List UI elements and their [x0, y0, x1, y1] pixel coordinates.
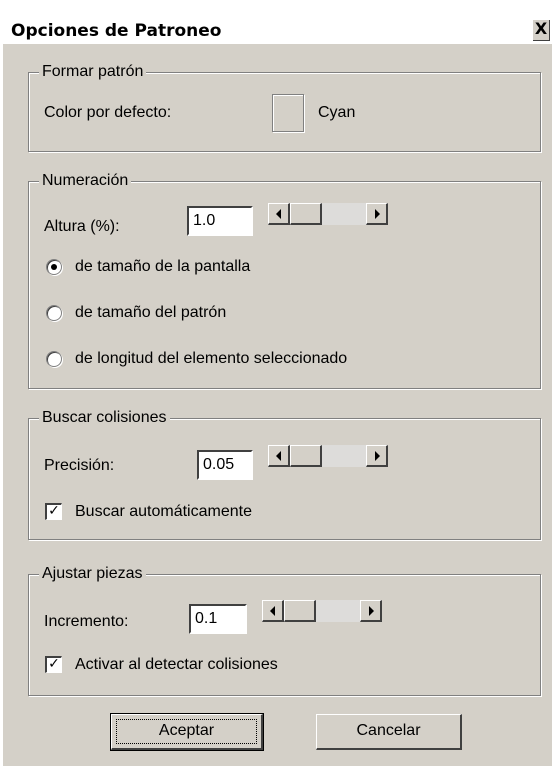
ok-button[interactable]: Aceptar	[110, 713, 264, 751]
activate-on-collision-label[interactable]: Activar al detectar colisiones	[75, 655, 278, 675]
height-scroll-left-button[interactable]	[268, 203, 290, 225]
radio-screen-size[interactable]	[46, 259, 62, 275]
increment-input[interactable]: 0.1	[189, 604, 247, 634]
checkmark-icon: ✓	[48, 656, 60, 672]
default-color-label: Color por defecto:	[44, 104, 172, 121]
window-title: Opciones de Patroneo	[11, 21, 222, 41]
arrow-left-icon	[276, 451, 281, 461]
close-button[interactable]: X	[532, 19, 550, 41]
adjust-pieces-group: Ajustar piezas Incremento: 0.1 ✓ Activar…	[28, 564, 541, 696]
radio-element-length-label[interactable]: de longitud del elemento seleccionado	[75, 349, 347, 369]
height-scroll-thumb[interactable]	[290, 203, 322, 225]
collisions-group: Buscar colisiones Precisión: 0.05 ✓ Busc…	[28, 408, 541, 540]
precision-label: Precisión:	[44, 457, 115, 474]
format-pattern-group: Formar patrón Color por defecto: Cyan	[28, 62, 541, 152]
format-pattern-legend: Formar patrón	[39, 62, 147, 82]
height-scroll-right-button[interactable]	[366, 203, 388, 225]
increment-scroll-right-button[interactable]	[360, 600, 382, 622]
radio-pattern-size[interactable]	[46, 305, 62, 321]
collisions-legend: Buscar colisiones	[39, 408, 170, 428]
precision-scroll-left-button[interactable]	[268, 445, 290, 467]
radio-pattern-size-label[interactable]: de tamaño del patrón	[75, 303, 226, 323]
increment-scroll-thumb[interactable]	[284, 600, 316, 622]
precision-input[interactable]: 0.05	[197, 450, 253, 480]
auto-search-label[interactable]: Buscar automáticamente	[75, 502, 252, 522]
increment-scroll-left-button[interactable]	[262, 600, 284, 622]
radio-element-length[interactable]	[46, 351, 62, 367]
precision-scroll-right-button[interactable]	[366, 445, 388, 467]
increment-scrollbar[interactable]	[262, 600, 382, 622]
height-scroll-track[interactable]	[322, 203, 366, 225]
height-input[interactable]: 1.0	[187, 206, 253, 236]
activate-on-collision-checkbox[interactable]: ✓	[45, 656, 62, 673]
numbering-group: Numeración Altura (%): 1.0 de tamaño de …	[28, 171, 541, 389]
arrow-left-icon	[270, 606, 275, 616]
radio-screen-size-label[interactable]: de tamaño de la pantalla	[75, 257, 250, 277]
increment-label: Incremento:	[44, 613, 129, 630]
arrow-right-icon	[375, 451, 380, 461]
height-scrollbar[interactable]	[268, 203, 388, 225]
title-bar: Opciones de Patroneo X	[0, 0, 552, 44]
arrow-left-icon	[276, 209, 281, 219]
height-label: Altura (%):	[44, 218, 120, 235]
dialog-edge	[0, 44, 3, 766]
auto-search-checkbox[interactable]: ✓	[45, 503, 62, 520]
cancel-button-label: Cancelar	[356, 722, 421, 739]
precision-scroll-thumb[interactable]	[290, 445, 322, 467]
adjust-pieces-legend: Ajustar piezas	[39, 564, 146, 584]
arrow-right-icon	[375, 209, 380, 219]
ok-button-label: Aceptar	[158, 722, 215, 739]
radio-selected-dot	[51, 264, 57, 270]
increment-scroll-track[interactable]	[316, 600, 360, 622]
default-color-name: Cyan	[318, 104, 356, 121]
default-color-swatch[interactable]	[272, 94, 304, 132]
checkmark-icon: ✓	[48, 503, 60, 519]
arrow-right-icon	[369, 606, 374, 616]
numbering-legend: Numeración	[39, 171, 132, 191]
precision-scrollbar[interactable]	[268, 445, 388, 467]
cancel-button[interactable]: Cancelar	[316, 714, 462, 750]
precision-scroll-track[interactable]	[322, 445, 366, 467]
close-icon: X	[534, 19, 548, 38]
